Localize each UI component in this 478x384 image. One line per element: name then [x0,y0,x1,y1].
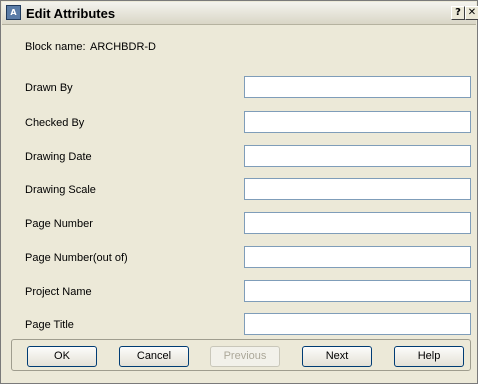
attribute-label-page-number-out-of: Page Number(out of) [25,252,128,264]
attribute-label-page-number: Page Number [25,218,93,230]
project-name-field[interactable] [244,280,471,302]
title-bar[interactable]: A Edit Attributes ? ✕ [2,2,478,25]
dialog-title: Edit Attributes [26,6,116,21]
page-title-field[interactable] [244,313,471,335]
attribute-label-drawing-scale: Drawing Scale [25,184,96,196]
attribute-label-checked-by: Checked By [25,117,85,129]
cancel-button[interactable]: Cancel [119,346,189,367]
next-button[interactable]: Next [302,346,372,367]
edit-attributes-dialog: A Edit Attributes ? ✕ Block name: ARCHBD… [0,0,478,384]
block-name-value: ARCHBDR-D [90,41,156,53]
attribute-label-drawn-by: Drawn By [25,82,73,94]
help-button[interactable]: Help [394,346,464,367]
help-icon[interactable]: ? [451,6,465,20]
ok-button[interactable]: OK [27,346,97,367]
app-icon: A [6,5,21,20]
page-number-out-of-field[interactable] [244,246,471,268]
drawing-scale-field[interactable] [244,178,471,200]
attribute-label-project-name: Project Name [25,286,92,298]
previous-button[interactable]: Previous [210,346,280,367]
close-icon[interactable]: ✕ [465,6,478,20]
button-bar: OK Cancel Previous Next Help [11,339,471,371]
page-number-field[interactable] [244,212,471,234]
checked-by-field[interactable] [244,111,471,133]
attribute-label-drawing-date: Drawing Date [25,151,92,163]
block-name-label: Block name: [25,41,86,53]
drawn-by-field[interactable] [244,76,471,98]
attribute-label-page-title: Page Title [25,319,74,331]
drawing-date-field[interactable] [244,145,471,167]
